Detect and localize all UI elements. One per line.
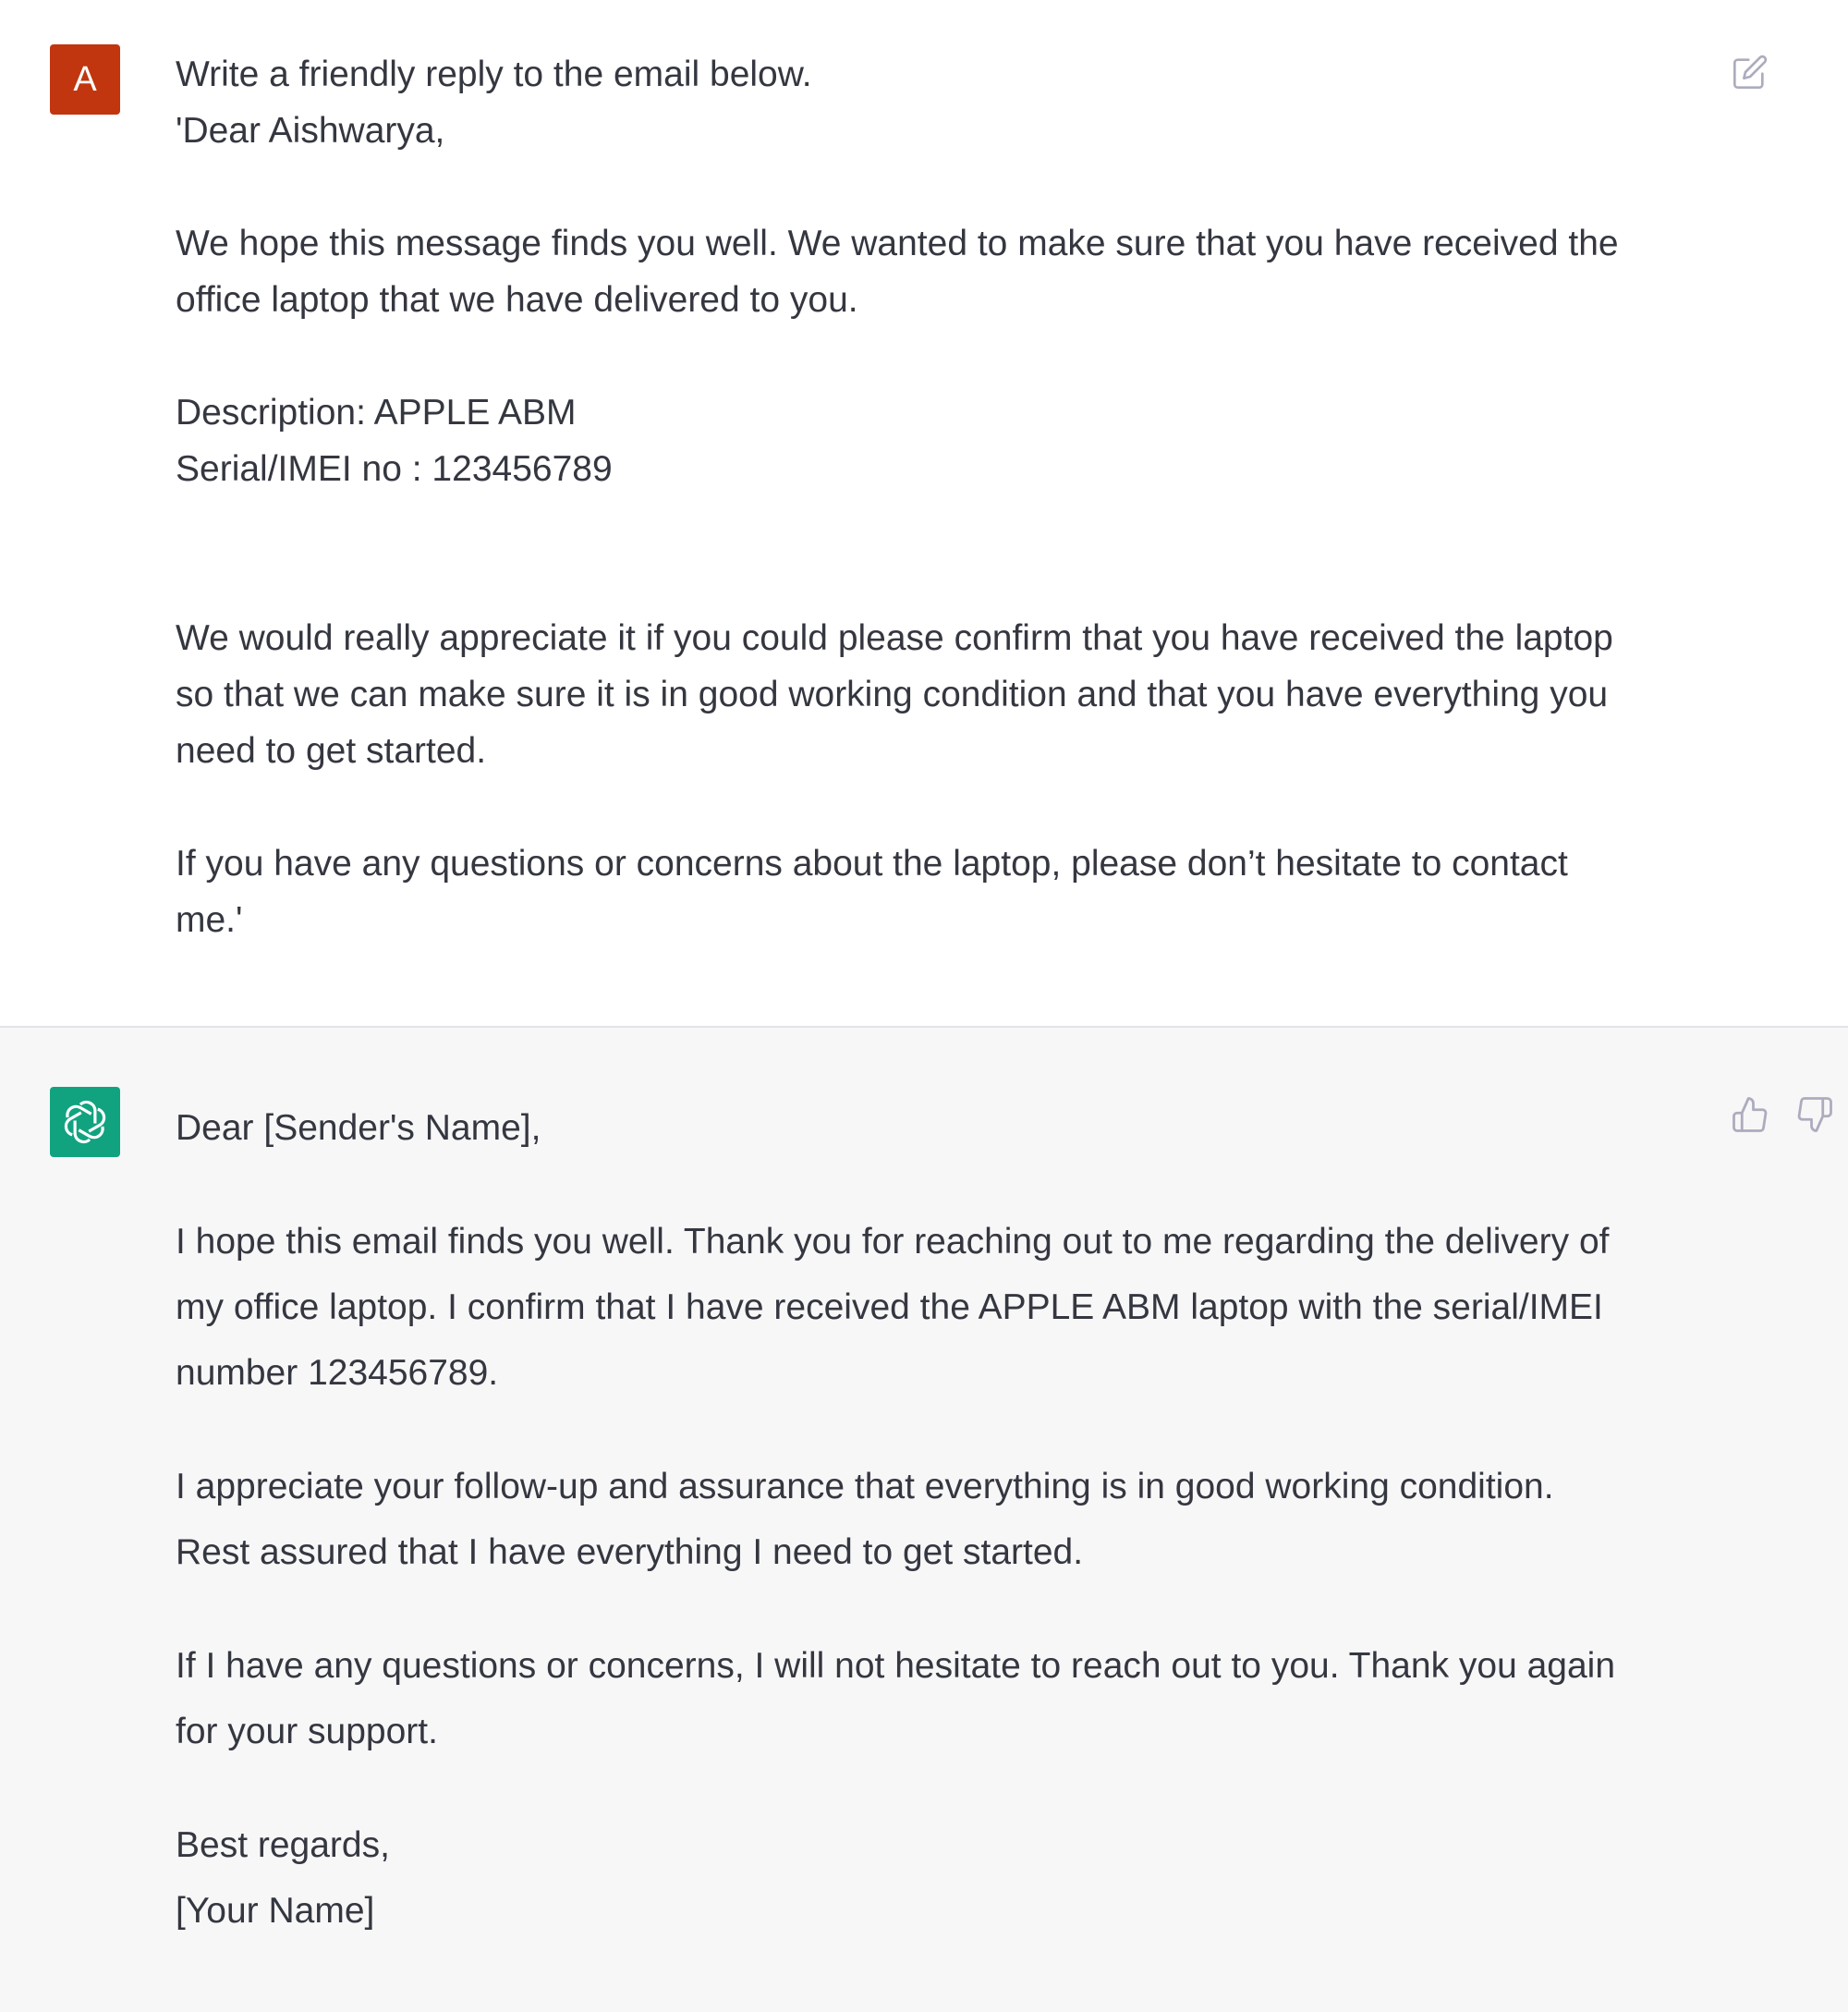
assistant-line: my office laptop. I confirm that I have … [176,1287,1603,1327]
assistant-line: for your support. [176,1712,438,1751]
user-line: so that we can make sure it is in good w… [176,675,1609,714]
user-line: We hope this message finds you well. We … [176,224,1619,263]
thumbs-down-button[interactable] [1793,1092,1837,1137]
user-line: need to get started. [176,731,487,771]
user-line: If you have any questions or concerns ab… [176,844,1568,884]
edit-message-button[interactable] [1728,50,1772,94]
assistant-line: Dear [Sender's Name], [176,1108,541,1148]
assistant-line: I hope this email finds you well. Thank … [176,1222,1610,1262]
assistant-line: Rest assured that I have everything I ne… [176,1532,1084,1572]
assistant-line: If I have any questions or concerns, I w… [176,1646,1616,1686]
user-line: me.' [176,900,243,940]
user-avatar-letter: A [73,59,97,99]
assistant-message-row: Dear [Sender's Name], I hope this email … [0,1026,1848,2012]
chat-thread: A Write a friendly reply to the email be… [0,0,1848,2012]
user-message-row: A Write a friendly reply to the email be… [0,0,1848,1026]
assistant-line: [Your Name] [176,1891,375,1931]
user-message-text: Write a friendly reply to the email belo… [176,46,1728,948]
assistant-avatar [50,1087,120,1157]
user-line: office laptop that we have delivered to … [176,280,858,320]
user-line: 'Dear Aishwarya, [176,111,445,151]
assistant-line: number 123456789. [176,1353,499,1393]
thumbs-up-button[interactable] [1728,1092,1772,1137]
user-line: We would really appreciate it if you cou… [176,618,1613,658]
user-line: Description: APPLE ABM [176,393,577,433]
assistant-line: I appreciate your follow-up and assuranc… [176,1467,1554,1506]
openai-logo-icon [64,1100,106,1144]
edit-icon [1733,55,1768,89]
thumbs-down-icon [1797,1097,1832,1132]
assistant-message-text: Dear [Sender's Name], I hope this email … [176,1095,1728,1944]
thumbs-up-icon [1732,1097,1768,1132]
user-avatar: A [50,44,120,115]
user-line: Serial/IMEI no : 123456789 [176,449,613,489]
assistant-line: Best regards, [176,1825,390,1865]
user-line: Write a friendly reply to the email belo… [176,55,812,94]
